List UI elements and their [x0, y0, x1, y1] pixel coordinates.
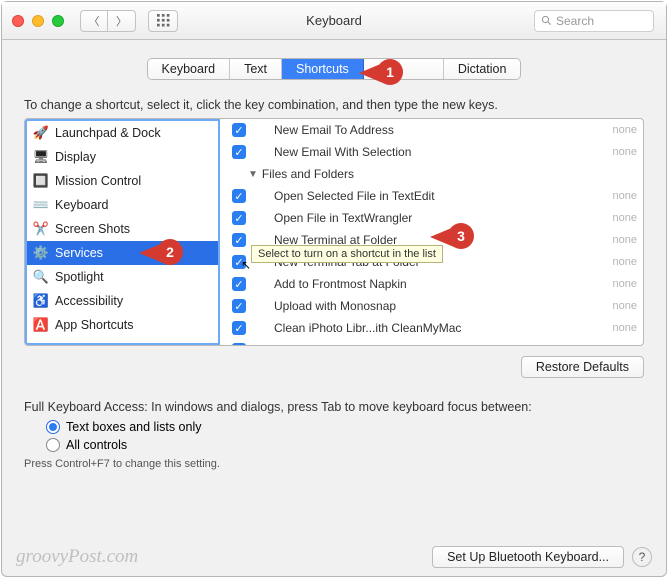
service-item[interactable]: ✓ Clean with CleanMyMacnone	[220, 339, 643, 345]
category-icon: 🅰️	[33, 317, 49, 333]
radio-icon	[46, 438, 60, 452]
service-item[interactable]: ✓ Add to Frontmost Napkinnone	[220, 273, 643, 295]
category-icon: 🔍	[33, 269, 49, 285]
service-group[interactable]: ▼ Files and Folders	[220, 163, 643, 185]
category-list[interactable]: 🚀 Launchpad & Dock 🖥 Display 🔲 Mission Contro…	[25, 119, 220, 345]
search-input[interactable]: Search	[534, 10, 654, 32]
checkbox[interactable]: ✓	[232, 277, 246, 291]
shortcut-value: none	[613, 212, 637, 224]
service-label: Upload with Monosnap	[274, 299, 613, 313]
category-label: Screen Shots	[55, 222, 130, 236]
tab-row: Keyboard Text Shortcuts rces Dictation	[2, 58, 666, 80]
shortcut-value: none	[613, 146, 637, 158]
category-label: Launchpad & Dock	[55, 126, 161, 140]
checkbox[interactable]: ✓	[232, 343, 246, 345]
group-label: Files and Folders	[262, 167, 354, 181]
service-item[interactable]: ✓ New Email To Addressnone	[220, 119, 643, 141]
service-label: New Email To Address	[274, 123, 613, 137]
category-item[interactable]: 🚀 Launchpad & Dock	[27, 121, 218, 145]
category-icon: ⚙️	[33, 245, 49, 261]
checkbox[interactable]: ✓	[232, 321, 246, 335]
category-label: Spotlight	[55, 270, 104, 284]
service-item[interactable]: ✓ Clean iPhoto Libr...ith CleanMyMacnone	[220, 317, 643, 339]
category-item[interactable]: ⚙️ Services	[27, 241, 218, 265]
help-button[interactable]: ?	[632, 547, 652, 567]
shortcut-value: none	[613, 322, 637, 334]
service-label: Add to Frontmost Napkin	[274, 277, 613, 291]
full-keyboard-access-label: Full Keyboard Access: In windows and dia…	[24, 400, 644, 414]
watermark: groovyPost.com	[16, 546, 138, 568]
category-icon: 🔲	[33, 173, 49, 189]
service-label: Clean with CleanMyMac	[274, 343, 613, 345]
shortcut-value: none	[613, 278, 637, 290]
shortcut-value: none	[613, 256, 637, 268]
category-item[interactable]: 🖥 Display	[27, 145, 218, 169]
shortcut-value: none	[613, 344, 637, 345]
shortcut-value: none	[613, 234, 637, 246]
instructions-text: To change a shortcut, select it, click t…	[24, 98, 644, 112]
service-label: New Email With Selection	[274, 145, 613, 159]
tab-dictation[interactable]: Dictation	[444, 59, 521, 79]
restore-defaults-button[interactable]: Restore Defaults	[521, 356, 644, 378]
tab-shortcuts[interactable]: Shortcuts	[282, 59, 364, 79]
radio-text-boxes-only[interactable]: Text boxes and lists only	[46, 420, 666, 434]
category-icon: 🚀	[33, 125, 49, 141]
service-item[interactable]: ✓ New Email With Selectionnone	[220, 141, 643, 163]
checkbox[interactable]: ✓	[232, 123, 246, 137]
checkbox[interactable]: ✓	[232, 233, 246, 247]
category-label: Services	[55, 246, 103, 260]
shortcut-value: none	[613, 124, 637, 136]
service-label: Open File in TextWrangler	[274, 211, 613, 225]
category-item[interactable]: ✂️ Screen Shots	[27, 217, 218, 241]
category-label: App Shortcuts	[55, 318, 134, 332]
service-label: Clean iPhoto Libr...ith CleanMyMac	[274, 321, 613, 335]
keyboard-access-hint: Press Control+F7 to change this setting.	[24, 458, 644, 470]
shortcut-value: none	[613, 300, 637, 312]
cursor-icon: ↖	[241, 258, 251, 272]
category-item[interactable]: 🔍 Spotlight	[27, 265, 218, 289]
tooltip: Select to turn on a shortcut in the list	[251, 245, 443, 263]
service-item[interactable]: ✓ Upload with Monosnapnone	[220, 295, 643, 317]
category-item[interactable]: ⌨️ Keyboard	[27, 193, 218, 217]
tab-text[interactable]: Text	[230, 59, 282, 79]
category-label: Accessibility	[55, 294, 123, 308]
tab-input-sources[interactable]: rces	[364, 59, 444, 79]
category-item[interactable]: 🔲 Mission Control	[27, 169, 218, 193]
category-icon: 🖥	[33, 149, 49, 165]
checkbox[interactable]: ✓	[232, 211, 246, 225]
category-icon: ♿	[33, 293, 49, 309]
checkbox[interactable]: ✓	[232, 189, 246, 203]
category-item[interactable]: 🅰️ App Shortcuts	[27, 313, 218, 337]
category-item[interactable]: ♿ Accessibility	[27, 289, 218, 313]
shortcut-value: none	[613, 190, 637, 202]
window-titlebar: 〈 〉 Keyboard Search	[2, 2, 666, 40]
tab-keyboard[interactable]: Keyboard	[148, 59, 231, 79]
checkbox[interactable]: ✓	[232, 299, 246, 313]
category-label: Mission Control	[55, 174, 141, 188]
radio-icon	[46, 420, 60, 434]
category-icon: ✂️	[33, 221, 49, 237]
search-placeholder: Search	[556, 14, 594, 28]
services-list[interactable]: Select to turn on a shortcut in the list…	[220, 119, 643, 345]
search-icon	[541, 15, 552, 26]
checkbox[interactable]: ✓	[232, 145, 246, 159]
setup-bluetooth-button[interactable]: Set Up Bluetooth Keyboard...	[432, 546, 624, 568]
service-item[interactable]: ✓ Open File in TextWranglernone	[220, 207, 643, 229]
category-label: Keyboard	[55, 198, 109, 212]
disclosure-triangle-icon[interactable]: ▼	[248, 169, 258, 180]
service-label: Open Selected File in TextEdit	[274, 189, 613, 203]
radio-all-controls[interactable]: All controls	[46, 438, 666, 452]
category-icon: ⌨️	[33, 197, 49, 213]
category-label: Display	[55, 150, 96, 164]
shortcuts-panel: 🚀 Launchpad & Dock 🖥 Display 🔲 Mission Contro…	[24, 118, 644, 346]
service-item[interactable]: ✓ Open Selected File in TextEditnone	[220, 185, 643, 207]
